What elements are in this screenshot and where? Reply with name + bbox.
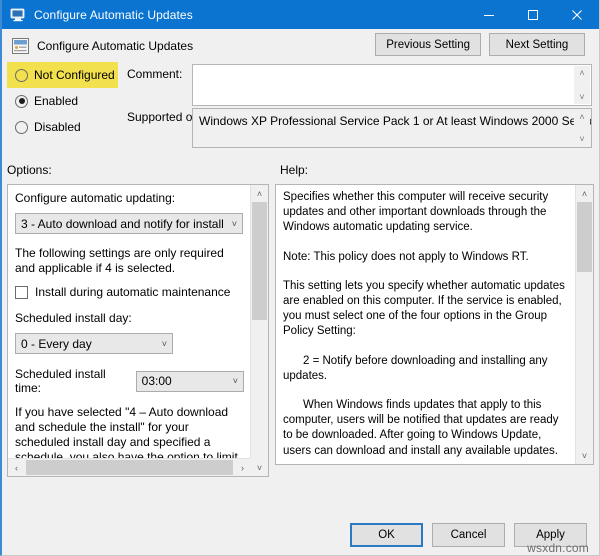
comment-scroll-up-icon[interactable]: ˄: [579, 66, 584, 80]
install-during-maintenance-label: Install during automatic maintenance: [35, 285, 231, 299]
help-paragraph: 2 = Notify before downloading and instal…: [283, 354, 548, 382]
setting-header: Configure Automatic Updates Previous Set…: [2, 29, 599, 62]
configure-automatic-updates-dialog: Configure Automatic Updates Configure Au…: [0, 0, 600, 556]
previous-setting-button[interactable]: Previous Setting: [375, 33, 481, 56]
policy-setting-icon: [10, 7, 26, 23]
title-bar[interactable]: Configure Automatic Updates: [2, 0, 599, 29]
help-paragraph: Note: This policy does not apply to Wind…: [283, 250, 529, 263]
scheduled-install-day-label: Scheduled install day:: [15, 311, 132, 325]
scheduled-install-time-row: Scheduled install time: 03:00 ˅: [15, 367, 244, 395]
next-setting-button[interactable]: Next Setting: [489, 33, 585, 56]
help-label: Help:: [280, 163, 309, 177]
cancel-button[interactable]: Cancel: [432, 523, 505, 547]
policy-document-icon: [12, 37, 29, 54]
setting-navigation: Previous Setting Next Setting: [375, 33, 585, 56]
radio-enabled[interactable]: Enabled: [7, 88, 127, 114]
minimize-button[interactable]: [467, 0, 511, 29]
ok-button[interactable]: OK: [350, 523, 423, 547]
window-title: Configure Automatic Updates: [34, 7, 193, 22]
options-horizontal-scrollbar[interactable]: ‹ ›: [8, 458, 251, 476]
radio-icon-disabled: [15, 120, 28, 134]
comment-scroll-down-icon[interactable]: ˅: [579, 90, 584, 104]
options-scroll-left-icon[interactable]: ‹: [8, 459, 25, 476]
close-button[interactable]: [555, 0, 599, 29]
radio-icon-not-configured: [15, 68, 28, 82]
checkbox-icon-maintenance: [15, 285, 28, 299]
chevron-down-icon: ˅: [231, 218, 237, 229]
watermark: wsxdn.com: [527, 541, 589, 555]
comment-scrollbar[interactable]: ˄ ˅: [574, 66, 590, 104]
options-scroll-down-icon[interactable]: ˅: [251, 459, 268, 476]
panes-labels: Options: Help:: [2, 160, 599, 184]
configure-updating-dropdown[interactable]: 3 - Auto download and notify for install…: [15, 213, 243, 234]
help-paragraph: Specifies whether this computer will rec…: [283, 191, 549, 234]
policy-state-radio-group: Not Configured Enabled Disabled: [7, 62, 127, 140]
scheduled-install-time-dropdown[interactable]: 03:00 ˅: [135, 370, 244, 392]
panes-container: Configure automatic updating: 3 - Auto d…: [7, 184, 594, 477]
chevron-down-icon-time: ˅: [232, 376, 238, 386]
help-scroll-up-icon[interactable]: ˄: [576, 185, 593, 202]
state-and-comment-section: Not Configured Enabled Disabled Comment:…: [2, 62, 599, 160]
help-paragraph: This setting lets you specify whether au…: [283, 279, 565, 338]
options-scroll-up-icon[interactable]: ˄: [251, 185, 268, 202]
maximize-button[interactable]: [511, 0, 555, 29]
supported-scroll-up-icon[interactable]: ˄: [579, 110, 584, 124]
comment-label: Comment:: [127, 67, 183, 81]
scheduled-install-day-dropdown[interactable]: 0 - Every day ˅: [15, 333, 173, 354]
help-scroll-down-icon[interactable]: ˅: [576, 447, 593, 464]
options-label: Options:: [7, 163, 52, 177]
scheduled-install-day-value: 0 - Every day: [21, 336, 92, 351]
supported-on-value: Windows XP Professional Service Pack 1 o…: [199, 114, 591, 128]
options-scroll-track[interactable]: [251, 202, 268, 459]
radio-label-not-configured: Not Configured: [34, 68, 115, 82]
configure-updating-label: Configure automatic updating:: [15, 191, 176, 205]
scheduled-install-time-label: Scheduled install time:: [15, 367, 106, 395]
radio-label-enabled: Enabled: [34, 94, 79, 108]
help-pane: Specifies whether this computer will rec…: [275, 184, 594, 465]
install-during-maintenance-checkbox[interactable]: Install during automatic maintenance: [15, 285, 244, 299]
help-scroll-track[interactable]: [576, 202, 593, 447]
schedule-note-text: If you have selected "4 – Auto download …: [15, 405, 238, 460]
supported-scrollbar[interactable]: ˄ ˅: [574, 110, 590, 146]
radio-not-configured[interactable]: Not Configured: [7, 62, 118, 88]
options-scroll-right-icon[interactable]: ›: [234, 459, 251, 476]
chevron-down-icon-day: ˅: [161, 338, 167, 349]
radio-icon-enabled: [15, 94, 28, 108]
comment-input[interactable]: ˄ ˅: [192, 64, 592, 106]
radio-disabled[interactable]: Disabled: [7, 114, 127, 140]
help-vertical-scrollbar[interactable]: ˄ ˅: [575, 185, 593, 464]
options-pane: Configure automatic updating: 3 - Auto d…: [7, 184, 269, 477]
window-controls: [467, 0, 599, 29]
help-content: Specifies whether this computer will rec…: [276, 185, 578, 464]
options-vertical-scrollbar[interactable]: ˄ ˅: [250, 185, 268, 476]
scheduled-install-time-value: 03:00: [141, 374, 172, 388]
applicability-note: The following settings are only required…: [15, 246, 224, 275]
options-hscroll-thumb[interactable]: [26, 460, 233, 475]
help-paragraph: When Windows finds updates that apply to…: [283, 399, 559, 457]
configure-updating-value: 3 - Auto download and notify for install: [21, 216, 224, 231]
radio-label-disabled: Disabled: [34, 120, 81, 134]
setting-title: Configure Automatic Updates: [37, 38, 194, 53]
supported-scroll-down-icon[interactable]: ˅: [579, 132, 584, 146]
options-scroll-thumb[interactable]: [252, 202, 267, 320]
help-scroll-thumb[interactable]: [577, 202, 592, 272]
options-content: Configure automatic updating: 3 - Auto d…: [8, 185, 252, 460]
supported-on-field: Windows XP Professional Service Pack 1 o…: [192, 108, 592, 148]
